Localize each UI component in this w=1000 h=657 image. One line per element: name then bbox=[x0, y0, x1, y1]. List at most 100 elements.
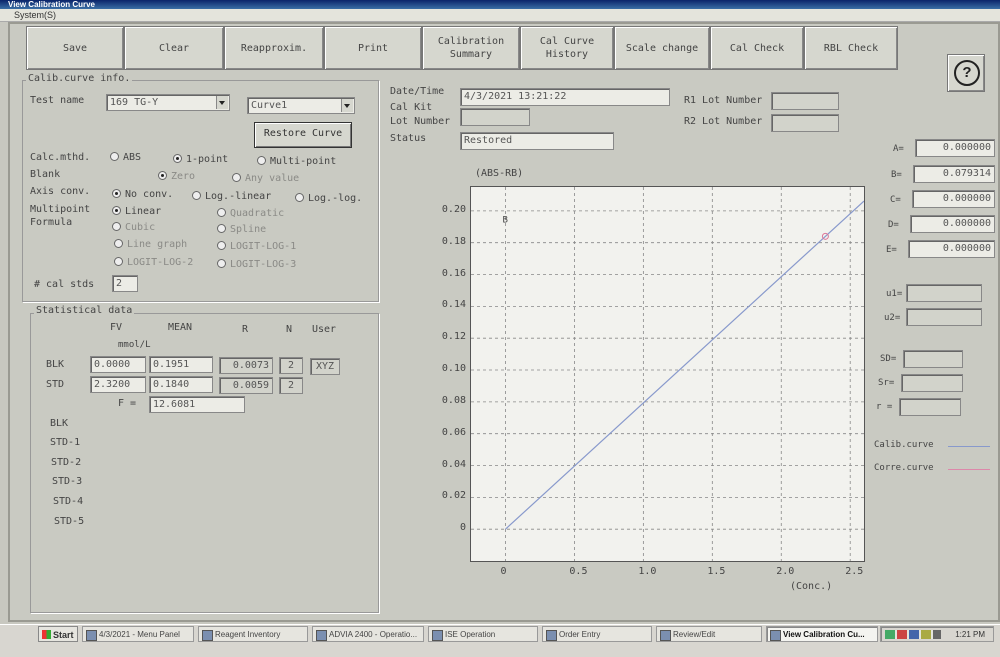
coef-e-label: E= bbox=[886, 245, 897, 255]
blk-mean-field: 0.1951 bbox=[149, 356, 213, 373]
restore-curve-button[interactable]: Restore Curve bbox=[254, 122, 352, 148]
radio-logit-log-2[interactable]: LOGIT-LOG-2 bbox=[114, 257, 193, 268]
sr-field bbox=[901, 374, 963, 392]
radio-log-log[interactable]: Log.-log. bbox=[295, 193, 362, 204]
test-name-dropdown[interactable]: 169 TG-Y bbox=[106, 94, 230, 111]
coef-c-field: 0.000000 bbox=[912, 190, 995, 208]
n-header: N bbox=[286, 324, 293, 335]
list-item-std-2[interactable]: STD-2 bbox=[51, 457, 81, 468]
radio-quadratic[interactable]: Quadratic bbox=[217, 208, 284, 219]
radio-spline[interactable]: Spline bbox=[217, 224, 266, 235]
radio-abs[interactable]: ABS bbox=[110, 152, 141, 163]
rbl-check-button[interactable]: RBL Check bbox=[804, 26, 898, 70]
calib-info-title: Calib.curve info. bbox=[26, 73, 133, 84]
taskbar-item-ise-operation[interactable]: ISE Operation bbox=[428, 626, 538, 642]
reapproxim-button[interactable]: Reapproxim. bbox=[224, 26, 324, 70]
status-label: Status bbox=[390, 133, 427, 144]
help-icon: ? bbox=[954, 60, 980, 86]
std-fv-field[interactable]: 2.3200 bbox=[90, 376, 146, 393]
r-field bbox=[899, 398, 961, 416]
chart-svg: B bbox=[471, 187, 865, 561]
y-tick-label: 0.10 bbox=[441, 363, 466, 375]
radio-label: Linear bbox=[125, 206, 162, 217]
calc-mthd-label: Calc.mthd. bbox=[30, 152, 91, 163]
radio-icon bbox=[112, 206, 121, 215]
save-button[interactable]: Save bbox=[26, 26, 124, 70]
test-name-value: 169 TG-Y bbox=[110, 97, 159, 108]
print-button[interactable]: Print bbox=[324, 26, 422, 70]
calibration-summary-button[interactable]: Calibration Summary bbox=[422, 26, 520, 70]
r1-lot-label: R1 Lot Number bbox=[684, 95, 763, 106]
taskbar-item-review-edit[interactable]: Review/Edit bbox=[656, 626, 762, 642]
radio-label: Cubic bbox=[125, 222, 156, 233]
blk-r-field: 0.0073 bbox=[219, 357, 273, 374]
taskbar-item-advia-operation[interactable]: ADVIA 2400 - Operatio... bbox=[312, 626, 424, 642]
radio-logit-log-3[interactable]: LOGIT-LOG-3 bbox=[217, 259, 296, 270]
blk-row-label: BLK bbox=[46, 359, 65, 370]
radio-multi-point[interactable]: Multi-point bbox=[257, 156, 336, 167]
series-line bbox=[505, 200, 865, 530]
coef-a-field: 0.000000 bbox=[915, 139, 995, 157]
blk-user-field: XYZ bbox=[310, 358, 340, 375]
y-tick-label: 0.14 bbox=[441, 299, 466, 311]
formula-label: Formula bbox=[30, 217, 73, 228]
std-mean-field: 0.1840 bbox=[149, 376, 213, 393]
list-item-std-5[interactable]: STD-5 bbox=[54, 516, 84, 527]
r-header: R bbox=[242, 324, 249, 335]
cal-kit-label: Cal Kit bbox=[390, 102, 433, 113]
multipoint-label: Multipoint bbox=[30, 204, 91, 215]
start-button[interactable]: Start bbox=[38, 626, 78, 642]
chevron-down-icon[interactable] bbox=[341, 99, 353, 112]
chevron-down-icon[interactable] bbox=[216, 96, 228, 109]
cal-stds-field[interactable]: 2 bbox=[112, 275, 138, 292]
menu-system[interactable]: System(S) bbox=[0, 9, 1000, 22]
blk-fv-field[interactable]: 0.0000 bbox=[90, 356, 146, 373]
legend-calib-line bbox=[948, 446, 990, 447]
mean-header: MEAN bbox=[168, 322, 193, 333]
std-row-label: STD bbox=[46, 379, 65, 390]
taskbar-item-reagent-inventory[interactable]: Reagent Inventory bbox=[198, 626, 308, 642]
radio-icon bbox=[217, 259, 226, 268]
clear-button[interactable]: Clear bbox=[124, 26, 224, 70]
std-r-field: 0.0059 bbox=[219, 377, 273, 394]
radio-log-linear[interactable]: Log.-linear bbox=[192, 191, 271, 202]
taskbar-item-view-calibration[interactable]: View Calibration Cu... bbox=[766, 626, 878, 642]
radio-logit-log-1[interactable]: LOGIT-LOG-1 bbox=[217, 241, 296, 252]
x-tick-label: 1.0 bbox=[638, 566, 657, 577]
y-tick-label: 0.12 bbox=[441, 331, 466, 343]
legend-corre-curve: Corre.curve bbox=[874, 463, 934, 473]
radio-no-conv[interactable]: No conv. bbox=[112, 189, 173, 200]
cal-curve-history-button[interactable]: Cal Curve History bbox=[520, 26, 614, 70]
help-button[interactable]: ? bbox=[947, 54, 985, 92]
taskbar-item-order-entry[interactable]: Order Entry bbox=[542, 626, 652, 642]
scale-change-button[interactable]: Scale change bbox=[614, 26, 710, 70]
list-item-std-4[interactable]: STD-4 bbox=[53, 496, 83, 507]
r2-lot-field bbox=[771, 114, 839, 132]
radio-icon bbox=[112, 189, 121, 198]
curve-dropdown[interactable]: Curve1 bbox=[247, 97, 355, 114]
radio-label: Any value bbox=[245, 173, 300, 184]
unit-header: mmol/L bbox=[118, 340, 151, 350]
list-item-std-1[interactable]: STD-1 bbox=[50, 437, 80, 448]
y-tick-label: 0 bbox=[459, 522, 466, 534]
radio-icon bbox=[217, 224, 226, 233]
radio-icon bbox=[110, 152, 119, 161]
list-item-std-3[interactable]: STD-3 bbox=[52, 476, 82, 487]
radio-linear[interactable]: Linear bbox=[112, 206, 161, 217]
taskbar-item-menu-panel[interactable]: 4/3/2021 - Menu Panel bbox=[82, 626, 194, 642]
sd-label: SD= bbox=[880, 354, 897, 364]
radio-icon bbox=[217, 208, 226, 217]
radio-zero[interactable]: Zero bbox=[158, 171, 195, 182]
radio-any-value[interactable]: Any value bbox=[232, 173, 299, 184]
radio-icon bbox=[217, 241, 226, 250]
radio-1-point[interactable]: 1-point bbox=[173, 154, 228, 165]
radio-label: Zero bbox=[171, 171, 196, 182]
cal-check-button[interactable]: Cal Check bbox=[710, 26, 804, 70]
radio-line-graph[interactable]: Line graph bbox=[114, 239, 187, 250]
x-tick-label: 1.5 bbox=[707, 566, 726, 577]
list-item-blk[interactable]: BLK bbox=[50, 418, 68, 429]
radio-cubic[interactable]: Cubic bbox=[112, 222, 155, 233]
radio-label: Log.-log. bbox=[308, 193, 363, 204]
chart-x-axis-label: (Conc.) bbox=[790, 581, 833, 592]
radio-label: Multi-point bbox=[270, 156, 337, 167]
